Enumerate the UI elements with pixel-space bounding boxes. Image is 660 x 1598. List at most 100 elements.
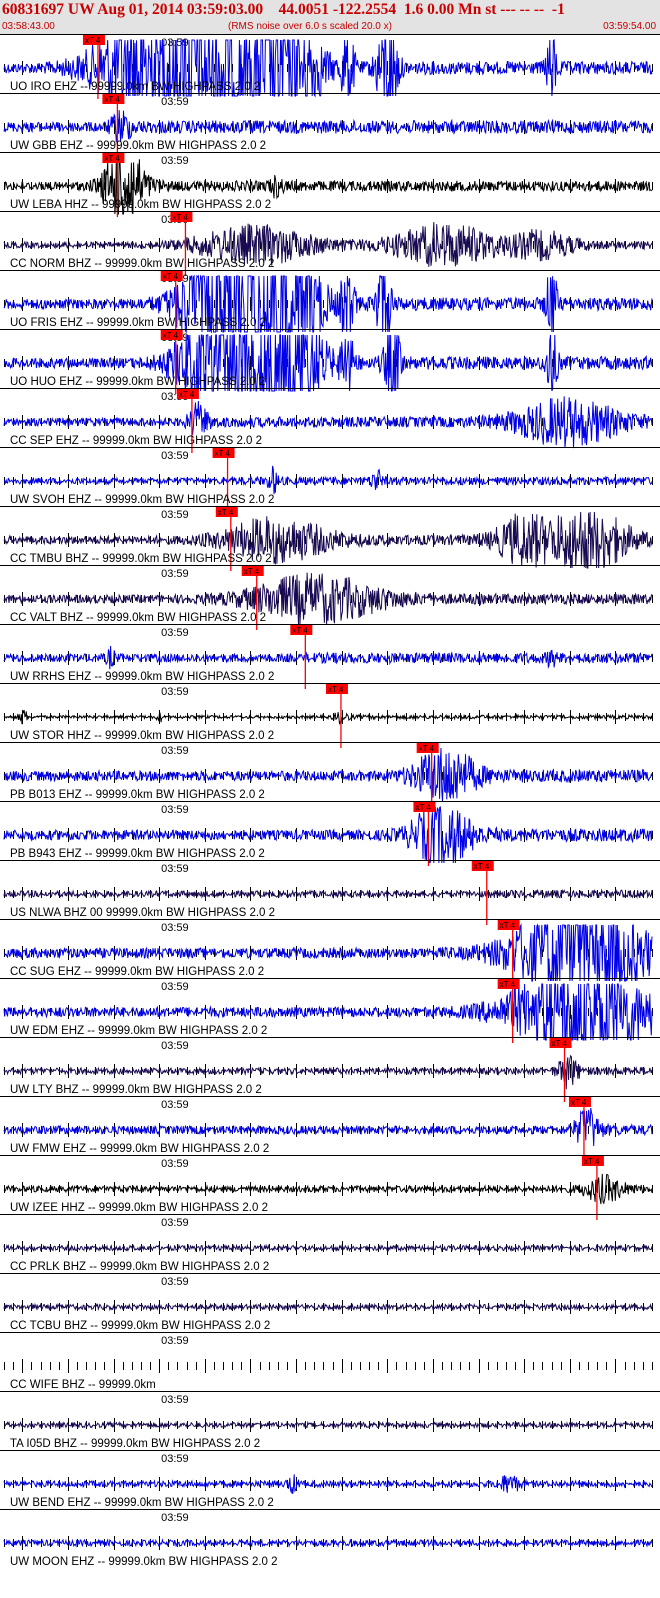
- time-axis-ticks: [4, 1300, 653, 1314]
- trace-label: UW STOR HHZ -- 99999.0km BW HIGHPASS 2.0…: [10, 730, 274, 742]
- trace-label: UW GBB EHZ -- 99999.0km BW HIGHPASS 2.0 …: [10, 140, 266, 152]
- minute-tick-label: 03:59: [161, 1040, 189, 1052]
- pick-label: xT 4: [85, 36, 101, 45]
- trace-row: 03:59 xT 4 UW STOR HHZ -- 99999.0km BW HIG…: [0, 683, 660, 748]
- trace-label: PB B943 EHZ -- 99999.0km BW HIGHPASS 2.0…: [10, 848, 265, 860]
- trace-label: PB B013 EHZ -- 99999.0km BW HIGHPASS 2.0…: [10, 789, 265, 801]
- trace-label: CC TCBU BHZ -- 99999.0km BW HIGHPASS 2.0…: [10, 1320, 270, 1332]
- trace-label: CC SUG EHZ -- 99999.0km BW HIGHPASS 2.0 …: [10, 966, 264, 978]
- end-time: 03:59:54.00: [603, 21, 656, 32]
- minute-tick-label: 03:59: [161, 686, 189, 698]
- pick-label: xT 4: [584, 1157, 600, 1166]
- trace-row: 03:59 xT 4 US NLWA BHZ 00 99999.0km BW HIG…: [0, 860, 660, 925]
- minute-tick-label: 03:59: [161, 745, 189, 757]
- pick-label: xT 4: [474, 862, 490, 871]
- pick-label: xT 4: [215, 449, 231, 458]
- waveform-line: [3, 465, 653, 495]
- pick-label: xT 4: [163, 331, 179, 340]
- trace-label: CC TMBU BHZ -- 99999.0km BW HIGHPASS 2.0…: [10, 553, 272, 565]
- minute-tick-label: 03:59: [161, 1276, 189, 1288]
- pick-label: xT 4: [172, 213, 188, 222]
- minute-tick-label: 03:59: [161, 1453, 189, 1465]
- minute-tick-label: 03:59: [161, 509, 189, 521]
- pick-label: xT 4: [500, 980, 516, 989]
- pick-label: xT 4: [419, 744, 435, 753]
- trace-row: 03:59 xT 4 UW FMW EHZ -- 99999.0km BW HIGH…: [0, 1096, 660, 1161]
- waveform-line: [3, 1107, 653, 1147]
- trace-row: 03:59 xT 4 PB B943 EHZ -- 99999.0km BW HIG…: [0, 801, 660, 866]
- minute-tick-label: 03:59: [161, 804, 189, 816]
- seismogram-plot: 03:59 xT 4 UO IRO EHZ -- 99999.0km BW HIGH…: [0, 34, 660, 1568]
- header-bar: 60831697 UW Aug 01, 2014 03:59:03.00 44.…: [0, 0, 660, 34]
- pick-label: xT 4: [552, 1039, 568, 1048]
- pick-label: xT 4: [218, 508, 234, 517]
- trace-row: 03:59xT 4UO IRO EHZ -- 99999.0km BW HIGH…: [0, 34, 660, 99]
- trace-label: UO HUO EHZ -- 99999.0km BW HIGHPASS 2.0 …: [10, 376, 265, 388]
- waveform-line: [3, 645, 653, 670]
- waveform-line: [3, 710, 653, 726]
- trace-label: CC SEP EHZ -- 99999.0km BW HIGHPASS 2.0 …: [10, 435, 262, 447]
- pick-label: xT 4: [328, 685, 344, 694]
- trace-row: 03:59 xT 4 UW LTY BHZ -- 99999.0km BW HIGH…: [0, 1037, 660, 1102]
- trace-row: 03:59 CC TCBU BHZ -- 99999.0km BW HIGHPAS…: [0, 1273, 660, 1332]
- pick-label: xT 4: [500, 921, 516, 930]
- trace-row: 03:59 xT 4 UW LEBA HHZ -- 99999.0km BW HIG…: [0, 152, 660, 217]
- trace-row: 03:59 xT 4 UW IZEE HHZ -- 99999.0km BW HIG…: [0, 1155, 660, 1220]
- minute-tick-label: 03:59: [161, 1512, 189, 1524]
- minute-tick-label: 03:59: [161, 1335, 189, 1347]
- minute-tick-label: 03:59: [161, 863, 189, 875]
- trace-row: 03:59 xT 4 CC VALT BHZ -- 99999.0km BW HIG…: [0, 565, 660, 630]
- trace-row: 03:59xT 4CC NORM BHZ -- 99999.0km BW HIG…: [0, 211, 660, 276]
- pick-label: xT 4: [163, 272, 179, 281]
- trace-label: CC PRLK BHZ -- 99999.0km BW HIGHPASS 2.0…: [10, 1261, 269, 1273]
- waveform-line: [3, 1420, 653, 1430]
- pick-label: xT 4: [179, 390, 195, 399]
- waveform-line: [3, 110, 653, 143]
- trace-row: 03:59 UW BEND EHZ -- 99999.0km BW HIGHPAS…: [0, 1450, 660, 1509]
- minute-tick-label: 03:59: [161, 96, 189, 108]
- minute-tick-label: 03:59: [161, 450, 189, 462]
- minute-tick-label: 03:59: [161, 1099, 189, 1111]
- waveform-line: [3, 1538, 653, 1548]
- trace-label: CC WIFE BHZ -- 99999.0km: [10, 1379, 156, 1391]
- pick-label: xT 4: [415, 803, 431, 812]
- start-time: 03:58:43.00: [2, 21, 55, 32]
- trace-label: CC VALT BHZ -- 99999.0km BW HIGHPASS 2.0…: [10, 612, 266, 624]
- trace-row: 03:59xT 4CC SEP EHZ -- 99999.0km BW HIGH…: [0, 388, 660, 453]
- waveform-line: [3, 1302, 653, 1312]
- rms-note: (RMS noise over 6.0 s scaled 20.0 x): [228, 21, 392, 32]
- trace-label: UW LTY BHZ -- 99999.0km BW HIGHPASS 2.0 …: [10, 1084, 262, 1096]
- pick-label: xT 4: [104, 95, 120, 104]
- trace-label: UW RRHS EHZ -- 99999.0km BW HIGHPASS 2.0…: [10, 671, 274, 683]
- trace-label: UW IZEE HHZ -- 99999.0km BW HIGHPASS 2.0…: [10, 1202, 268, 1214]
- trace-row: 03:59 xT 4 PB B013 EHZ -- 99999.0km BW HIG…: [0, 742, 660, 807]
- trace-label: UW EDM EHZ -- 99999.0km BW HIGHPASS 2.0 …: [10, 1025, 267, 1037]
- trace-row: 03:59xT 4UO HUO EHZ -- 99999.0km BW HIGH…: [0, 329, 660, 394]
- trace-row: 03:59 xT 4 UW EDM EHZ -- 99999.0km BW HIGH…: [0, 978, 660, 1043]
- trace-row: 03:59 UW MOON EHZ -- 99999.0km BW HIGHPAS…: [0, 1509, 660, 1568]
- trace-row: 03:59 CC PRLK BHZ -- 99999.0km BW HIGHPAS…: [0, 1214, 660, 1273]
- time-axis-ticks: [4, 1359, 653, 1373]
- trace-label: UW MOON EHZ -- 99999.0km BW HIGHPASS 2.0…: [10, 1556, 278, 1568]
- trace-label: UO IRO EHZ -- 99999.0km BW HIGHPASS 2.0 …: [10, 81, 260, 93]
- trace-label: UW LEBA HHZ -- 99999.0km BW HIGHPASS 2.0…: [10, 199, 271, 211]
- pick-label: xT 4: [571, 1098, 587, 1107]
- waveform-line: [3, 1243, 653, 1253]
- minute-tick-label: 03:59: [161, 981, 189, 993]
- trace-label: UO FRIS EHZ -- 99999.0km BW HIGHPASS 2.0…: [10, 317, 266, 329]
- pick-label: xT 4: [292, 626, 308, 635]
- trace-row: 03:59 xT 4 UW SVOH EHZ -- 99999.0km BW HIG…: [0, 447, 660, 512]
- trace-row: 03:59 xT 4 UW GBB EHZ -- 99999.0km BW HIGH…: [0, 93, 660, 158]
- waveform-line: [3, 1173, 653, 1205]
- trace-label: UW SVOH EHZ -- 99999.0km BW HIGHPASS 2.0…: [10, 494, 274, 506]
- minute-tick-label: 03:59: [161, 1394, 189, 1406]
- waveform-line: [3, 888, 653, 900]
- trace-label: UW BEND EHZ -- 99999.0km BW HIGHPASS 2.0…: [10, 1497, 274, 1509]
- minute-tick-label: 03:59: [161, 568, 189, 580]
- trace-label: UW FMW EHZ -- 99999.0km BW HIGHPASS 2.0 …: [10, 1143, 269, 1155]
- trace-label: US NLWA BHZ 00 99999.0km BW HIGHPASS 2.0…: [10, 907, 275, 919]
- trace-row: 03:59 CC WIFE BHZ -- 99999.0km: [0, 1332, 660, 1391]
- trace-row: 03:59 xT 4 CC SUG EHZ -- 99999.0km BW HIGH…: [0, 919, 660, 984]
- trace-row: 03:59 xT 4 CC TMBU BHZ -- 99999.0km BW HIG…: [0, 506, 660, 571]
- trace-row: 03:59xT 4UO FRIS EHZ -- 99999.0km BW HIG…: [0, 270, 660, 335]
